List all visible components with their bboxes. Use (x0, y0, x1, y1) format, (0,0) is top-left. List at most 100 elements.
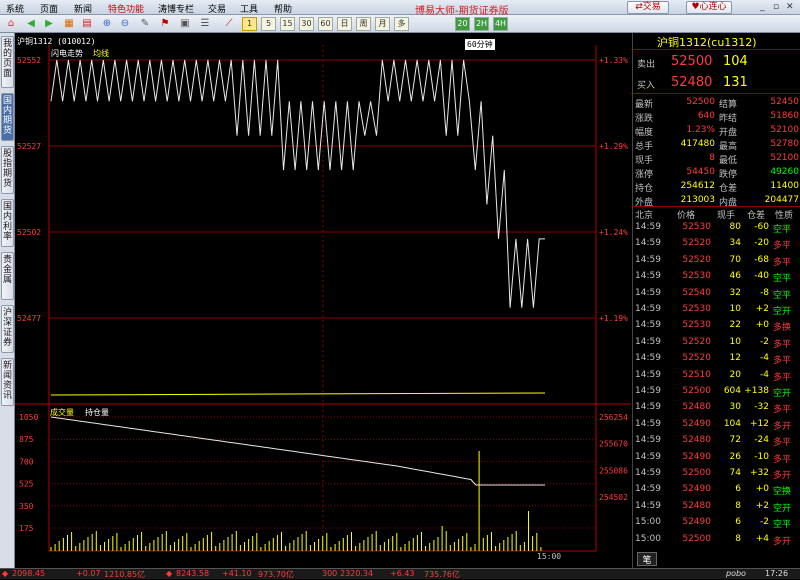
menu-news[interactable]: 新闻 (74, 2, 92, 15)
period-1[interactable]: 1 (242, 17, 257, 31)
tick-oi-change: -68 (754, 254, 769, 265)
chart-icon[interactable]: ▤ (80, 17, 94, 31)
tick-row[interactable]: 14:59 52480 30 -32 多平 (633, 401, 800, 417)
menu-system[interactable]: 系统 (6, 2, 24, 15)
period-month[interactable]: 月 (375, 17, 390, 31)
tick-row[interactable]: 14:59 52540 32 -8 空平 (633, 287, 800, 303)
chart-svg: 52552 +1.33% 52527 +1.29% 52502 +1.24% 52477 +1… (15, 45, 631, 552)
tick-row[interactable]: 14:59 52530 10 +2 空开 (633, 303, 800, 319)
tick-time: 14:59 (635, 336, 661, 347)
tick-price: 52490 (682, 517, 711, 528)
trade-icon: ⇄ (635, 2, 643, 12)
indicator-icon[interactable]: ⚑ (158, 17, 172, 31)
hs300-change: +6.43 (390, 569, 415, 578)
stats-label: 昨结 (719, 114, 738, 124)
tick-row[interactable]: 14:59 52520 34 -20 多平 (633, 237, 800, 253)
home-icon[interactable]: ⌂ (4, 17, 18, 31)
restore-icon[interactable]: ▫ (773, 2, 779, 12)
tick-row[interactable]: 14:59 52510 20 -4 多平 (633, 369, 800, 385)
pen-icon[interactable]: ✎ (138, 17, 152, 31)
chart-panel[interactable]: 沪铜1312 (010012) 闪电走势 均线 60分钟 52552 +1.33%… (15, 33, 631, 568)
close-icon[interactable]: ✕ (786, 2, 794, 12)
menu-features[interactable]: 特色功能 (108, 2, 144, 15)
sell-price: 52500 (671, 54, 713, 69)
period-60[interactable]: 60 (318, 17, 333, 31)
tick-row[interactable]: 14:59 52490 26 -10 多平 (633, 451, 800, 467)
sidebar-tab-index-futures[interactable]: 股指期货 (1, 146, 14, 194)
sidebar-tab-my-page[interactable]: 我的页面 (1, 36, 14, 88)
sidebar-tab-stocks[interactable]: 沪深证券 (1, 305, 14, 353)
stats-value: 1.23% (686, 125, 715, 135)
tick-row[interactable]: 14:59 52490 6 +0 空换 (633, 483, 800, 499)
stats-value: 49260 (770, 167, 799, 177)
tick-row[interactable]: 14:59 52520 10 -2 多平 (633, 336, 800, 352)
zoom-in-icon[interactable]: ⊕ (100, 17, 114, 31)
stats-label: 涨停 (635, 170, 654, 180)
toolbar: ⌂ ◀ ▶ ▦ ▤ ⊕ ⊖ ✎ ⚑ ▣ ☰ ⟋ 1 5 15 30 60 日 周… (0, 15, 800, 33)
tick-time: 14:59 (635, 254, 661, 265)
sidebar-tab-news[interactable]: 新闻资讯 (1, 358, 14, 406)
tick-row[interactable]: 14:59 52500 74 +32 多开 (633, 467, 800, 483)
sh-change: +0.07 (76, 569, 101, 578)
quote-panel: 沪铜1312(cu1312) 卖出 52500 104 买入 52480 131… (632, 33, 800, 568)
tick-volume: 10 (729, 304, 741, 314)
period-week[interactable]: 周 (356, 17, 371, 31)
tick-row[interactable]: 14:59 52530 46 -40 空平 (633, 270, 800, 286)
period-20[interactable]: 20 (455, 17, 470, 31)
period-2h[interactable]: 2H (474, 17, 489, 31)
menu-help[interactable]: 帮助 (274, 2, 292, 15)
minimize-icon[interactable]: _ (760, 2, 765, 12)
stats-label: 最低 (719, 156, 738, 166)
period-15[interactable]: 15 (280, 17, 295, 31)
quote-icon[interactable]: ▦ (62, 17, 76, 31)
forward-icon[interactable]: ▶ (42, 17, 56, 31)
tick-row[interactable]: 14:59 52530 22 +0 多换 (633, 319, 800, 335)
tick-row[interactable]: 14:59 52500 604 +138 空开 (633, 385, 800, 401)
tick-row[interactable]: 15:00 52490 6 -2 空平 (633, 516, 800, 532)
tick-volume: 22 (729, 320, 741, 331)
tick-row[interactable]: 14:59 52480 8 +2 空开 (633, 500, 800, 516)
period-5[interactable]: 5 (261, 17, 276, 31)
hs300-label: 300 (322, 569, 338, 578)
tick-oi-change: -40 (754, 271, 769, 282)
tick-volume: 604 (723, 386, 741, 396)
trade-button[interactable]: ⇄交易 (627, 1, 669, 14)
tick-time: 14:59 (635, 435, 661, 446)
line-chart-icon[interactable]: ⟋ (222, 17, 236, 31)
tab-ticks[interactable]: 笔 (637, 552, 657, 566)
sidebar-tab-rates[interactable]: 国内利率 (1, 199, 14, 247)
stats-label: 幅度 (635, 128, 654, 138)
connect-button[interactable]: ♥心连心 (686, 1, 732, 14)
calc-icon[interactable]: ▣ (178, 17, 192, 31)
tick-row[interactable]: 14:59 52480 72 -24 多平 (633, 434, 800, 450)
tick-nature: 多平 (773, 257, 792, 268)
tick-row[interactable]: 14:59 52490 104 +12 多开 (633, 418, 800, 434)
tick-row[interactable]: 14:59 52520 70 -68 多平 (633, 254, 800, 270)
tick-volume: 104 (723, 418, 741, 429)
period-4h[interactable]: 4H (493, 17, 508, 31)
menu-trade[interactable]: 交易 (208, 2, 226, 15)
tick-oi-change: +2 (755, 500, 769, 511)
tick-row[interactable]: 14:59 52520 12 -4 多平 (633, 352, 800, 368)
tick-oi-change: -32 (754, 402, 769, 413)
brand-logo: pobo (726, 569, 746, 578)
stats-value: 640 (697, 111, 715, 121)
tick-row[interactable]: 14:59 52530 80 -60 空平 (633, 221, 800, 237)
menu-page[interactable]: 页面 (40, 2, 58, 15)
stats-value: 52450 (770, 97, 799, 107)
period-day[interactable]: 日 (337, 17, 352, 31)
menu-tools[interactable]: 工具 (240, 2, 258, 15)
period-30[interactable]: 30 (299, 17, 314, 31)
stats-label: 现手 (635, 156, 654, 166)
tick-price: 52510 (682, 369, 711, 380)
sidebar-tab-domestic-futures[interactable]: 国内期货 (1, 93, 14, 141)
zoom-out-icon[interactable]: ⊖ (118, 17, 132, 31)
menu-column[interactable]: 涛博专栏 (158, 2, 194, 15)
sidebar-tab-precious-metals[interactable]: 贵金属 (1, 252, 14, 300)
volume-tick-label: 525 (19, 480, 34, 489)
list-icon[interactable]: ☰ (198, 17, 212, 31)
tick-oi-change: -4 (760, 353, 769, 364)
back-icon[interactable]: ◀ (24, 17, 38, 31)
period-multi[interactable]: 多 (394, 17, 409, 31)
tick-row[interactable]: 15:00 52500 8 +4 多开 (633, 533, 800, 549)
